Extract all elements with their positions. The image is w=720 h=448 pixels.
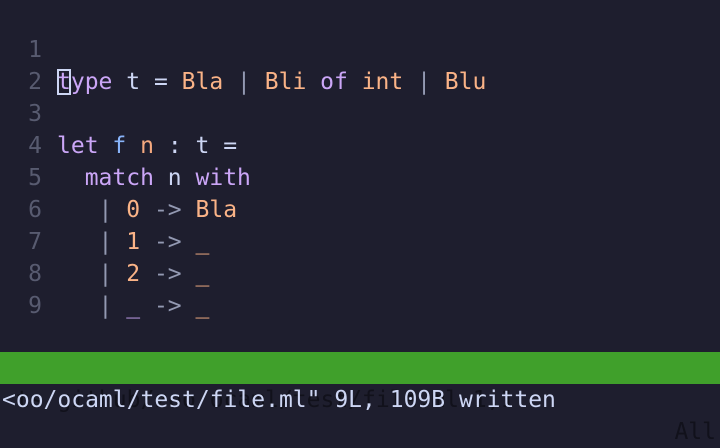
- status-line: <ts/github/zoo/ocaml/test/file.ml 1,1 Al…: [0, 352, 720, 445]
- code-line[interactable]: 1 type t = Bla | Bli of int | Blu: [0, 2, 720, 95]
- command-line-message[interactable]: <oo/ocaml/test/file.ml" 9L, 109B written: [2, 384, 556, 416]
- code-line[interactable]: 3 let f n : t =: [0, 66, 720, 159]
- line-number: 9: [28, 293, 42, 319]
- code-line[interactable]: 2: [0, 34, 720, 95]
- code-line[interactable]: 4 match n with: [0, 98, 720, 191]
- code-text: | _ -> _: [57, 293, 210, 319]
- code-line[interactable]: 6 | 1 -> _: [0, 162, 720, 255]
- code-line[interactable]: 5 | 0 -> Bla: [0, 130, 720, 223]
- status-scroll-position: All: [674, 419, 716, 445]
- code-line[interactable]: 8 | _ -> _: [0, 226, 720, 319]
- code-line[interactable]: 7 | 2 -> _: [0, 194, 720, 287]
- editor-buffer[interactable]: 1 type t = Bla | Bli of int | Blu 2 3 le…: [0, 2, 720, 319]
- code-line[interactable]: 9: [0, 258, 720, 319]
